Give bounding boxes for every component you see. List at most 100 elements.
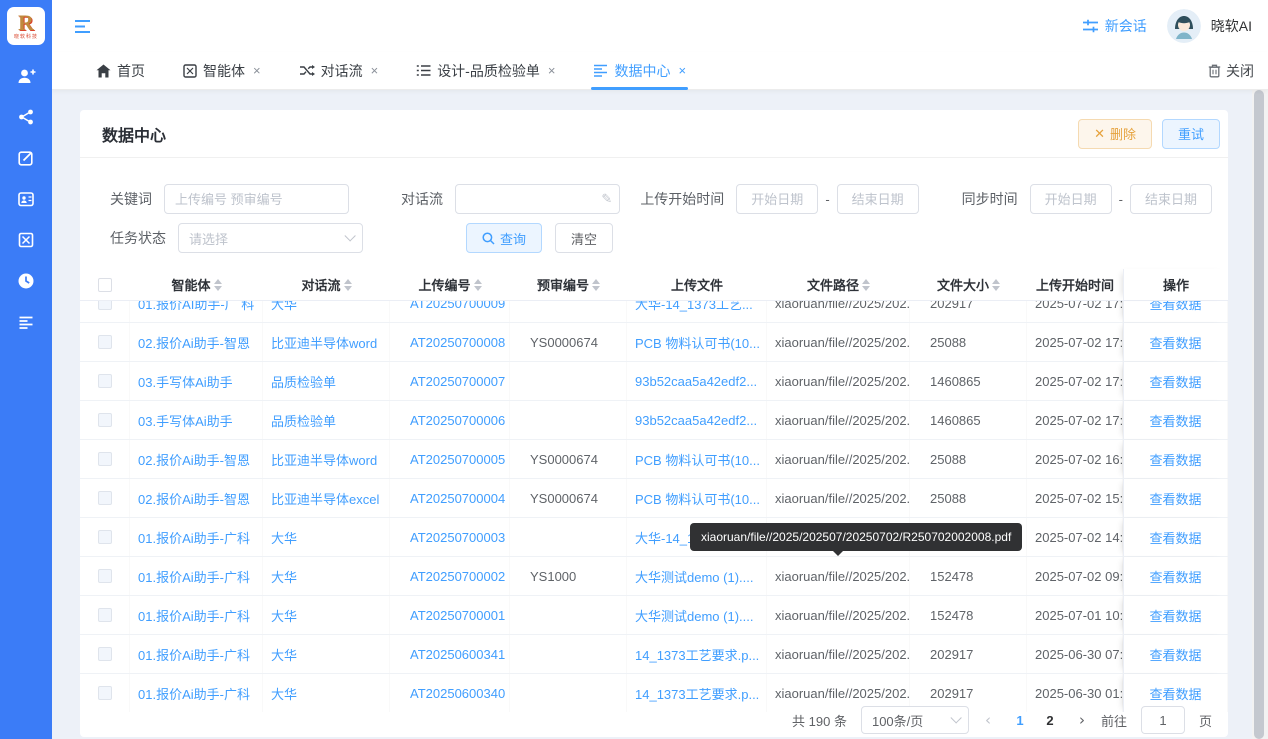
cell-file[interactable]: PCB 物料认可书(10... — [627, 323, 767, 361]
view-data-link[interactable]: 查看数据 — [1149, 684, 1201, 703]
row-checkbox[interactable] — [98, 686, 112, 700]
tab-dialog-flow[interactable]: 对话流 × — [297, 52, 381, 89]
cell-flow[interactable]: 大华 — [263, 635, 390, 673]
clock-icon[interactable] — [16, 271, 36, 291]
cell-agent[interactable]: 03.手写体Ai助手 — [130, 401, 263, 439]
tab-data-center[interactable]: 数据中心 × — [591, 52, 688, 89]
avatar[interactable] — [1167, 9, 1201, 43]
row-checkbox[interactable] — [98, 569, 112, 583]
cell-agent[interactable]: 01.报价Ai助手-广科 — [130, 596, 263, 634]
new-session-button[interactable]: 新会话 — [1082, 16, 1147, 36]
cell-upload-no[interactable]: AT20250700006 — [390, 401, 510, 439]
dialog-flow-input[interactable] — [455, 184, 620, 214]
row-checkbox[interactable] — [98, 608, 112, 622]
view-data-link[interactable]: 查看数据 — [1149, 489, 1201, 508]
view-data-link[interactable]: 查看数据 — [1149, 606, 1201, 625]
app-logo[interactable]: R 晓软科技 — [7, 7, 45, 45]
row-checkbox[interactable] — [98, 491, 112, 505]
next-page-button[interactable]: › — [1077, 711, 1087, 729]
tab-close-icon[interactable]: × — [371, 63, 379, 78]
jump-page-input[interactable] — [1141, 706, 1185, 734]
cell-agent[interactable]: 02.报价Ai助手-智恩 — [130, 323, 263, 361]
row-checkbox[interactable] — [98, 647, 112, 661]
sort-caret-icon[interactable] — [862, 279, 870, 291]
view-data-link[interactable]: 查看数据 — [1149, 301, 1201, 313]
cell-file[interactable]: 大华测试demo (1).... — [627, 596, 767, 634]
column-header-2[interactable]: 对话流 — [263, 269, 390, 300]
agent-box-icon[interactable] — [16, 230, 36, 250]
cell-flow[interactable]: 比亚迪半导体word — [263, 323, 390, 361]
clear-button[interactable]: 清空 — [555, 223, 613, 253]
cell-agent[interactable]: 01.报价AI助手-广 科 — [130, 301, 263, 322]
sort-caret-icon[interactable] — [344, 279, 352, 291]
upload-start-date-input[interactable] — [736, 184, 818, 214]
row-checkbox[interactable] — [98, 301, 112, 310]
cell-agent[interactable]: 03.手写体Ai助手 — [130, 362, 263, 400]
scrollbar-thumb[interactable] — [1254, 90, 1264, 739]
column-header-6[interactable]: 文件路径 — [767, 269, 910, 300]
page-size-select[interactable]: 100条/页 — [861, 706, 969, 734]
cell-file[interactable]: 93b52caa5a42edf2... — [627, 401, 767, 439]
page-button-1[interactable]: 1 — [1007, 706, 1033, 734]
cell-agent[interactable]: 01.报价Ai助手-广科 — [130, 635, 263, 673]
sort-caret-icon[interactable] — [992, 279, 1000, 291]
row-checkbox[interactable] — [98, 374, 112, 388]
upload-end-date-input[interactable] — [837, 184, 919, 214]
add-user-icon[interactable] — [16, 66, 36, 86]
view-data-link[interactable]: 查看数据 — [1149, 450, 1201, 469]
cell-agent[interactable]: 02.报价Ai助手-智恩 — [130, 479, 263, 517]
prev-page-button[interactable]: ‹ — [983, 711, 993, 729]
cell-file[interactable]: 14_1373工艺要求.p... — [627, 635, 767, 673]
cell-file[interactable]: PCB 物料认可书(10... — [627, 479, 767, 517]
view-data-link[interactable]: 查看数据 — [1149, 528, 1201, 547]
column-header-4[interactable]: 预审编号 — [510, 269, 627, 300]
cell-upload-no[interactable]: AT20250700004 — [390, 479, 510, 517]
row-checkbox[interactable] — [98, 335, 112, 349]
tab-design-inspection[interactable]: 设计-品质检验单 × — [414, 52, 557, 89]
cell-agent[interactable]: 02.报价Ai助手-智恩 — [130, 440, 263, 478]
cell-agent[interactable]: 01.报价Ai助手-广科 — [130, 557, 263, 595]
row-checkbox[interactable] — [98, 530, 112, 544]
edit-icon[interactable] — [16, 148, 36, 168]
delete-button[interactable]: ✕ 删除 — [1078, 119, 1152, 149]
cell-upload-no[interactable]: AT20250700008 — [390, 323, 510, 361]
status-select[interactable]: 请选择 — [178, 223, 363, 253]
row-checkbox[interactable] — [98, 452, 112, 466]
flow-edit-icon[interactable]: ✎ — [601, 191, 612, 207]
select-all-checkbox[interactable] — [98, 278, 112, 292]
cell-upload-no[interactable]: AT20250700009 — [390, 301, 510, 322]
cell-flow[interactable]: 大华 — [263, 557, 390, 595]
page-button-2[interactable]: 2 — [1037, 706, 1063, 734]
sort-caret-icon[interactable] — [214, 279, 222, 291]
row-checkbox[interactable] — [98, 413, 112, 427]
cell-upload-no[interactable]: AT20250700007 — [390, 362, 510, 400]
cell-flow[interactable]: 品质检验单 — [263, 362, 390, 400]
tab-agents[interactable]: 智能体 × — [181, 52, 263, 89]
collapse-menu-icon[interactable] — [74, 19, 91, 34]
view-data-link[interactable]: 查看数据 — [1149, 333, 1201, 352]
cell-agent[interactable]: 01.报价Ai助手-广科 — [130, 518, 263, 556]
cell-flow[interactable]: 大华 — [263, 301, 390, 322]
sort-caret-icon[interactable] — [592, 279, 600, 291]
cell-file[interactable]: 大华-14_1373工艺... — [627, 301, 767, 322]
cell-upload-no[interactable]: AT20250700002 — [390, 557, 510, 595]
tab-home[interactable]: 首页 — [94, 52, 147, 89]
view-data-link[interactable]: 查看数据 — [1149, 372, 1201, 391]
close-all-button[interactable]: 关闭 — [1208, 61, 1254, 81]
cell-flow[interactable]: 大华 — [263, 596, 390, 634]
tab-close-icon[interactable]: × — [678, 63, 686, 78]
cell-upload-no[interactable]: AT20250700005 — [390, 440, 510, 478]
retry-button[interactable]: 重试 — [1162, 119, 1220, 149]
column-header-7[interactable]: 文件大小 — [910, 269, 1027, 300]
cell-flow[interactable]: 大华 — [263, 518, 390, 556]
cell-flow[interactable]: 比亚迪半导体word — [263, 440, 390, 478]
cell-upload-no[interactable]: AT20250700001 — [390, 596, 510, 634]
cell-file[interactable]: PCB 物料认可书(10... — [627, 440, 767, 478]
contact-card-icon[interactable] — [16, 189, 36, 209]
view-data-link[interactable]: 查看数据 — [1149, 411, 1201, 430]
cell-upload-no[interactable]: AT20250700003 — [390, 518, 510, 556]
cell-flow[interactable]: 品质检验单 — [263, 401, 390, 439]
cell-flow[interactable]: 比亚迪半导体excel — [263, 479, 390, 517]
cell-file[interactable]: 93b52caa5a42edf2... — [627, 362, 767, 400]
tab-close-icon[interactable]: × — [253, 63, 261, 78]
